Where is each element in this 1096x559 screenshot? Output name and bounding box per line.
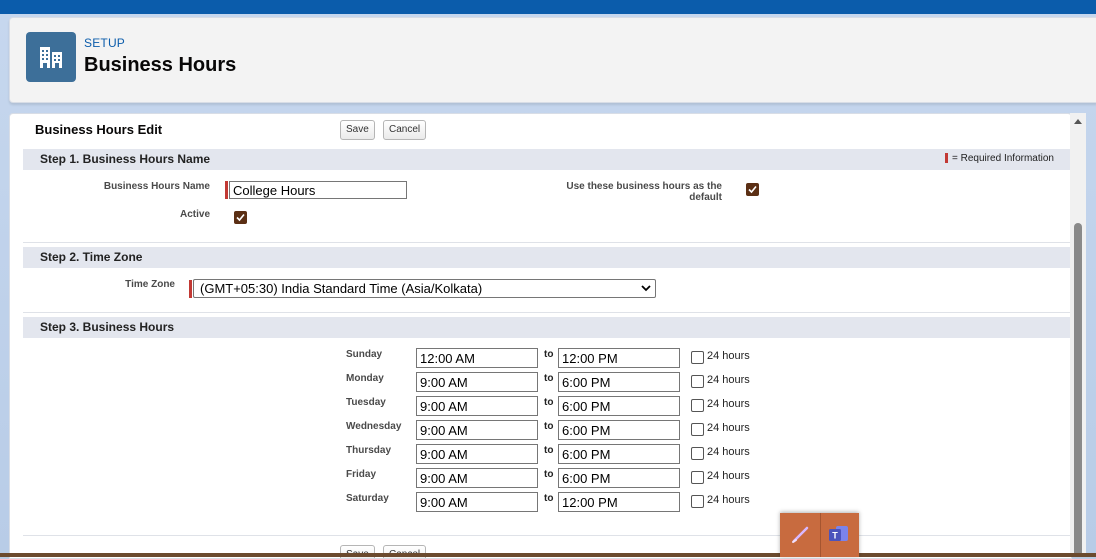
end-time-input[interactable]: 6:00 PM — [558, 420, 680, 440]
cancel-button-top[interactable]: Cancel — [383, 120, 427, 140]
teams-icon[interactable]: T — [827, 523, 851, 550]
h24-label: 24 hours — [707, 470, 750, 482]
to-label: to — [544, 349, 554, 360]
h24-checkbox[interactable] — [691, 375, 704, 388]
end-time-input[interactable]: 6:00 PM — [558, 468, 680, 488]
start-time-input[interactable]: 9:00 AM — [416, 444, 538, 464]
to-label: to — [544, 445, 554, 456]
required-info-text: = Required Information — [951, 153, 1054, 164]
active-checkbox[interactable] — [234, 211, 247, 224]
h24-checkbox[interactable] — [691, 447, 704, 460]
default-label-line2: default — [689, 192, 722, 203]
day-label: Tuesday — [346, 397, 386, 408]
h24-checkbox[interactable] — [691, 495, 704, 508]
default-label: Use these business hours as the default — [540, 181, 722, 203]
svg-text:T: T — [832, 531, 838, 541]
h24-checkbox[interactable] — [691, 351, 704, 364]
h24-label: 24 hours — [707, 422, 750, 434]
day-label: Monday — [346, 373, 384, 384]
check-icon — [236, 213, 245, 222]
scroll-thumb[interactable] — [1074, 223, 1082, 557]
day-label: Thursday — [346, 445, 392, 456]
top-bar — [0, 0, 1096, 14]
start-time-input[interactable]: 9:00 AM — [416, 492, 538, 512]
page-header: SETUP Business Hours — [9, 17, 1096, 103]
to-label: to — [544, 397, 554, 408]
start-time-input[interactable]: 9:00 AM — [416, 468, 538, 488]
h24-label: 24 hours — [707, 494, 750, 506]
day-label: Wednesday — [346, 421, 402, 432]
required-marker — [944, 153, 948, 164]
h24-label: 24 hours — [707, 350, 750, 362]
timezone-select[interactable]: (GMT+05:30) India Standard Time (Asia/Ko… — [193, 279, 656, 298]
step3-header: Step 3. Business Hours — [23, 317, 1071, 338]
h24-label: 24 hours — [707, 398, 750, 410]
h24-checkbox[interactable] — [691, 471, 704, 484]
desktop-strip — [0, 553, 1096, 557]
timezone-label: Time Zone — [125, 279, 175, 290]
end-time-input[interactable]: 6:00 PM — [558, 372, 680, 392]
scroll-up-arrow-icon[interactable] — [1074, 119, 1082, 124]
h24-checkbox[interactable] — [691, 423, 704, 436]
active-label: Active — [179, 209, 210, 220]
vertical-scrollbar[interactable] — [1070, 113, 1086, 557]
breadcrumb-setup: SETUP — [84, 36, 126, 50]
chevron-down-icon — [641, 285, 651, 292]
taskbar-divider — [820, 513, 821, 557]
check-icon — [748, 185, 757, 194]
start-time-input[interactable]: 9:00 AM — [416, 396, 538, 416]
floating-taskbar: T — [780, 513, 859, 557]
edit-panel: Business Hours Edit Save Cancel Step 1. … — [9, 113, 1072, 559]
day-label: Saturday — [346, 493, 389, 504]
business-hours-name-input[interactable]: College Hours — [229, 181, 407, 199]
to-label: to — [544, 469, 554, 480]
divider — [23, 242, 1071, 243]
day-label: Friday — [346, 469, 377, 480]
h24-label: 24 hours — [707, 446, 750, 458]
divider — [23, 312, 1071, 313]
save-button-top[interactable]: Save — [340, 120, 375, 140]
step1-title: Step 1. Business Hours Name — [40, 152, 211, 166]
h24-checkbox[interactable] — [691, 399, 704, 412]
end-time-input[interactable]: 6:00 PM — [558, 396, 680, 416]
pen-app-icon[interactable] — [790, 523, 812, 550]
to-label: to — [544, 373, 554, 384]
page-title: Business Hours — [84, 54, 237, 76]
step1-header: Step 1. Business Hours Name = Required I… — [23, 149, 1071, 170]
name-label: Business Hours Name — [103, 181, 210, 192]
end-time-input[interactable]: 12:00 PM — [558, 348, 680, 368]
h24-label: 24 hours — [707, 374, 750, 386]
required-marker — [189, 280, 192, 298]
to-label: to — [544, 493, 554, 504]
end-time-input[interactable]: 12:00 PM — [558, 492, 680, 512]
timezone-value: (GMT+05:30) India Standard Time (Asia/Ko… — [200, 281, 483, 296]
start-time-input[interactable]: 9:00 AM — [416, 372, 538, 392]
default-label-line1: Use these business hours as the — [566, 181, 722, 192]
building-icon — [26, 32, 76, 82]
step3-title: Step 3. Business Hours — [40, 320, 175, 334]
step2-header: Step 2. Time Zone — [23, 247, 1071, 268]
day-label: Sunday — [346, 349, 383, 360]
edit-title: Business Hours Edit — [35, 122, 163, 137]
to-label: to — [544, 421, 554, 432]
end-time-input[interactable]: 6:00 PM — [558, 444, 680, 464]
start-time-input[interactable]: 9:00 AM — [416, 420, 538, 440]
divider — [23, 535, 1071, 536]
default-checkbox[interactable] — [746, 183, 759, 196]
step2-title: Step 2. Time Zone — [40, 250, 143, 264]
start-time-input[interactable]: 12:00 AM — [416, 348, 538, 368]
required-info: = Required Information — [944, 153, 1054, 164]
required-marker — [225, 181, 228, 199]
